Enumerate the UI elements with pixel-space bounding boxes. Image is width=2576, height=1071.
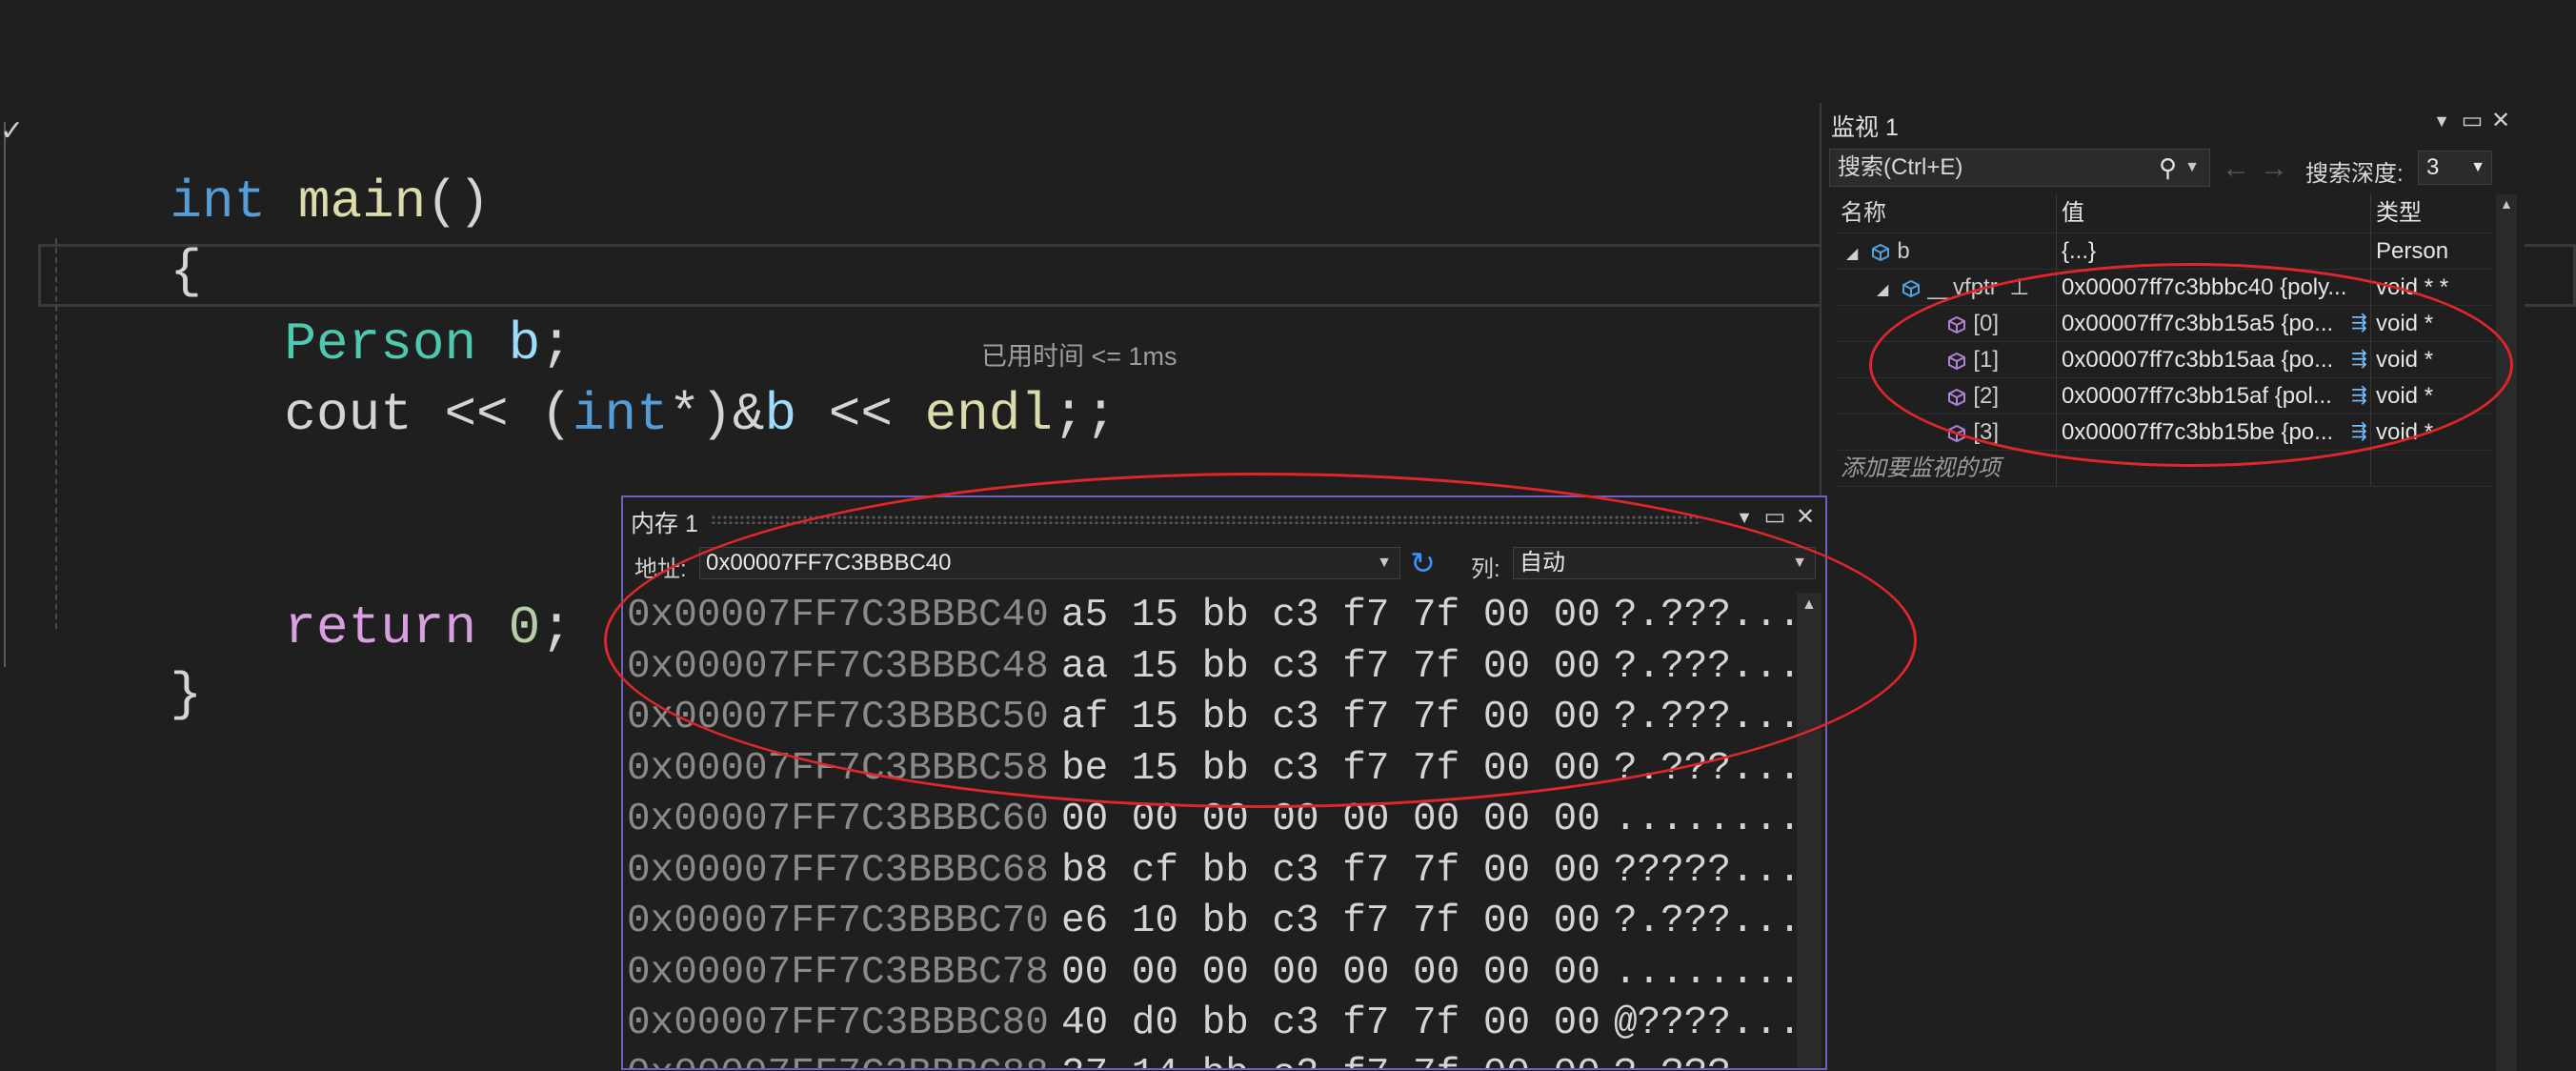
elapsed-time-hint: 已用时间 <= 1ms <box>981 342 1177 371</box>
search-depth-value: 3 <box>2426 154 2440 180</box>
memory-row[interactable]: 0x00007FF7C3BBBC8827 14 bb c3 f7 7f 00 0… <box>627 1050 1801 1069</box>
code-line-6[interactable]: } <box>42 595 202 725</box>
memory-bytes[interactable]: 27 14 bb c3 f7 7f 00 00 <box>1061 1050 1614 1069</box>
watch-search-input[interactable]: 搜索(Ctrl+E) ⚲ ▼ <box>1829 149 2210 187</box>
search-icon[interactable]: ⚲ <box>2159 150 2177 186</box>
object-icon <box>1871 243 1889 261</box>
code-token: *)& <box>668 384 765 445</box>
code-line-1[interactable]: int main() <box>42 102 490 232</box>
object-icon <box>1902 279 1920 297</box>
code-line-4[interactable]: cout << (int*)&b << endl;; <box>156 314 1117 445</box>
maximize-icon[interactable]: ▭ <box>2458 107 2486 135</box>
back-arrow-icon[interactable]: ← <box>2222 152 2250 185</box>
close-icon[interactable]: ✕ <box>1791 503 1820 532</box>
watch-window[interactable]: 监视 1 ▼ ▭ ✕ 搜索(Ctrl+E) ⚲ ▼ ← → 搜索深度: 3 ▼ … <box>1820 103 2525 1071</box>
memory-bytes[interactable]: 00 00 00 00 00 00 00 00 <box>1061 948 1614 1000</box>
parens: () <box>426 172 491 232</box>
number-literal: 0 <box>508 597 541 658</box>
code-line-5[interactable]: return 0; <box>156 528 572 658</box>
function-name: main <box>297 172 427 232</box>
watch-type: Person <box>2376 238 2449 264</box>
scroll-up-icon[interactable]: ▲ <box>2500 196 2513 212</box>
function-name: endl <box>924 384 1053 445</box>
close-icon[interactable]: ✕ <box>2486 107 2515 135</box>
expand-arrow-icon[interactable]: ◢ <box>1846 236 1863 272</box>
memory-ascii[interactable]: ?????... <box>1614 846 1801 898</box>
maximize-icon[interactable]: ▭ <box>1761 503 1789 532</box>
code-token: ;; <box>1052 384 1117 445</box>
expand-arrow-icon[interactable]: ◢ <box>1877 273 1894 308</box>
memory-ascii[interactable]: ........ <box>1614 948 1801 1000</box>
watch-header-row: 名称 值 类型 <box>1837 194 2494 233</box>
variable-name: b <box>764 384 797 445</box>
memory-row[interactable]: 0x00007FF7C3BBBC78 00 00 00 00 00 00 00 0… <box>627 948 1801 1000</box>
semicolon: ; <box>540 597 573 658</box>
header-value[interactable]: 值 <box>2062 194 2365 232</box>
memory-address: 0x00007FF7C3BBBC88 <box>627 1050 1061 1069</box>
memory-ascii[interactable]: ?.???... <box>1614 897 1801 948</box>
memory-ascii[interactable]: @????... <box>1614 999 1801 1050</box>
memory-address: 0x00007FF7C3BBBC68 <box>627 848 1049 893</box>
dropdown-icon[interactable]: ▼ <box>2427 107 2456 135</box>
memory-row[interactable]: 0x00007FF7C3BBBC68 b8 cf bb c3 f7 7f 00 0… <box>627 846 1801 898</box>
memory-address: 0x00007FF7C3BBBC60 <box>627 798 1049 841</box>
fold-icon[interactable]: ✓ <box>0 114 24 148</box>
close-brace: } <box>170 664 203 725</box>
watch-scrollbar[interactable]: ▲ <box>2496 194 2517 1071</box>
search-depth-select[interactable]: 3 ▼ <box>2418 151 2492 185</box>
fold-line <box>4 122 6 667</box>
code-token: cout << ( <box>284 384 573 445</box>
header-name[interactable]: 名称 <box>1841 194 2052 232</box>
add-watch-item[interactable]: 添加要监视的项 <box>1841 451 2052 486</box>
watch-title: 监视 1 <box>1831 114 1899 141</box>
memory-address: 0x00007FF7C3BBBC70 <box>627 899 1049 943</box>
annotation-ellipse-vtable <box>1869 263 2513 467</box>
code-line-3[interactable]: Person b; <box>156 244 572 374</box>
memory-address: 0x00007FF7C3BBBC80 <box>627 1001 1049 1045</box>
chevron-down-icon: ▼ <box>2470 159 2485 175</box>
chevron-down-icon[interactable]: ▼ <box>2184 150 2200 186</box>
keyword: int <box>572 384 669 445</box>
annotation-ellipse-memory <box>604 473 1917 808</box>
watch-name-cell: ◢ b <box>1841 233 2052 272</box>
memory-row[interactable]: 0x00007FF7C3BBBC70 e6 10 bb c3 f7 7f 00 0… <box>627 897 1801 948</box>
code-line-2[interactable]: { <box>42 172 202 302</box>
memory-ascii[interactable]: ?.???... <box>1614 1050 1801 1069</box>
header-type[interactable]: 类型 <box>2376 194 2490 232</box>
watch-name: b <box>1897 238 1910 264</box>
memory-address: 0x00007FF7C3BBBC78 <box>627 950 1049 995</box>
search-depth-label: 搜索深度: <box>2305 161 2404 187</box>
memory-bytes[interactable]: e6 10 bb c3 f7 7f 00 00 <box>1061 897 1614 948</box>
memory-row[interactable]: 0x00007FF7C3BBBC80 40 d0 bb c3 f7 7f 00 0… <box>627 999 1801 1050</box>
memory-title: 内存 1 <box>631 511 698 537</box>
memory-bytes[interactable]: b8 cf bb c3 f7 7f 00 00 <box>1061 846 1614 898</box>
forward-arrow-icon[interactable]: → <box>2260 152 2288 185</box>
keyword: return <box>284 597 477 658</box>
memory-bytes[interactable]: 40 d0 bb c3 f7 7f 00 00 <box>1061 999 1614 1050</box>
memory-ascii[interactable]: ........ <box>1614 795 1801 846</box>
code-token: << <box>796 384 925 445</box>
search-placeholder: 搜索(Ctrl+E) <box>1838 154 1963 180</box>
